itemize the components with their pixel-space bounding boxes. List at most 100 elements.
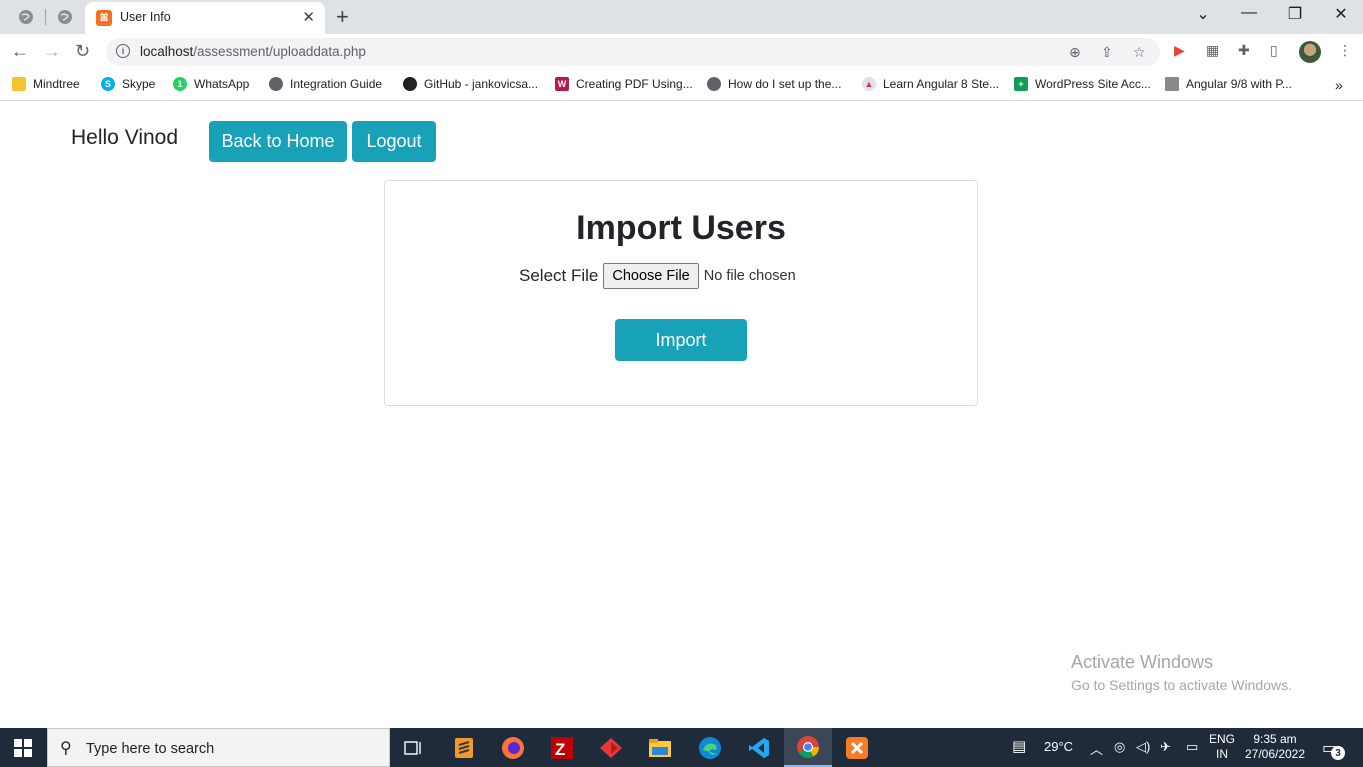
extension-grid-icon[interactable]: ▦ bbox=[1206, 42, 1219, 59]
tab-title: User Info bbox=[120, 10, 171, 24]
pinned-tab-globe-icon[interactable] bbox=[54, 7, 76, 27]
bookmark-label: Skype bbox=[122, 77, 156, 91]
bookmark-item[interactable]: How do I set up the... bbox=[707, 77, 841, 91]
bookmark-item[interactable]: 1 WhatsApp bbox=[173, 77, 249, 91]
chrome-icon[interactable] bbox=[784, 728, 832, 767]
file-input-row: Select File Choose File No file chosen bbox=[519, 263, 796, 289]
site-info-icon[interactable]: i bbox=[116, 44, 130, 58]
file-explorer-icon[interactable] bbox=[636, 728, 684, 767]
bars-icon bbox=[1165, 77, 1179, 91]
volume-icon[interactable]: ◁) bbox=[1136, 739, 1150, 755]
tab-active[interactable]: ꕤ User Info ✕ bbox=[85, 2, 325, 34]
profile-avatar[interactable] bbox=[1299, 41, 1321, 63]
browser-chrome: ꕤ User Info ✕ + ⌄ — ❐ ✕ ← → ↻ i localhos… bbox=[0, 0, 1363, 102]
filezilla-icon[interactable]: Z bbox=[538, 728, 586, 767]
taskbar-search-box[interactable]: ⚲ Type here to search bbox=[47, 728, 390, 767]
tab-separator bbox=[45, 9, 46, 25]
weather-icon[interactable]: ▤ bbox=[1012, 737, 1026, 755]
close-window-icon[interactable]: ✕ bbox=[1318, 4, 1363, 24]
temperature-text[interactable]: 29°C bbox=[1044, 739, 1073, 754]
windows-logo-icon bbox=[14, 738, 32, 757]
whatsapp-icon: 1 bbox=[173, 77, 187, 91]
battery-icon[interactable]: ▭ bbox=[1186, 739, 1198, 755]
bookmark-star-icon[interactable]: ☆ bbox=[1133, 44, 1146, 61]
url-host: localhost bbox=[140, 44, 194, 59]
close-tab-icon[interactable]: ✕ bbox=[302, 8, 315, 26]
airplane-mode-icon[interactable]: ✈ bbox=[1160, 739, 1171, 755]
address-bar[interactable]: i localhost/assessment/uploaddata.php ⊕ … bbox=[106, 38, 1160, 66]
firefox-icon[interactable] bbox=[489, 728, 537, 767]
bookmark-item[interactable]: W Creating PDF Using... bbox=[555, 77, 693, 91]
bookmark-item[interactable]: GitHub - jankovicsa... bbox=[403, 77, 538, 91]
logout-button[interactable]: Logout bbox=[352, 121, 436, 162]
language-region: IN bbox=[1216, 747, 1228, 761]
bookmark-item[interactable]: Integration Guide bbox=[269, 77, 382, 91]
select-file-label: Select File bbox=[519, 266, 599, 285]
globe-icon bbox=[707, 77, 721, 91]
tab-search-chevron-icon[interactable]: ⌄ bbox=[1180, 4, 1226, 24]
bookmark-label: Angular 9/8 with P... bbox=[1186, 77, 1292, 91]
edge-icon[interactable] bbox=[686, 728, 734, 767]
extension-red-icon[interactable]: ▶ bbox=[1174, 42, 1185, 59]
github-icon bbox=[403, 77, 417, 91]
share-icon[interactable]: ⇪ bbox=[1101, 44, 1113, 61]
import-button[interactable]: Import bbox=[615, 319, 747, 361]
back-to-home-button[interactable]: Back to Home bbox=[209, 121, 347, 162]
menu-kebab-icon[interactable]: ⋮ bbox=[1338, 42, 1352, 59]
bookmark-label: Learn Angular 8 Ste... bbox=[883, 77, 1000, 91]
bookmark-label: GitHub - jankovicsa... bbox=[424, 77, 539, 91]
pinned-tab-globe-icon[interactable] bbox=[15, 7, 37, 27]
choose-file-button[interactable]: Choose File bbox=[603, 263, 699, 289]
bookmark-label: Integration Guide bbox=[290, 77, 383, 91]
meet-now-icon[interactable]: ◎ bbox=[1114, 739, 1125, 755]
git-client-icon[interactable] bbox=[587, 728, 635, 767]
language-indicator[interactable]: ENG IN bbox=[1204, 732, 1240, 762]
bookmark-label: Creating PDF Using... bbox=[576, 77, 693, 91]
url-text[interactable]: localhost/assessment/uploaddata.php bbox=[140, 44, 366, 59]
clock-time: 9:35 am bbox=[1253, 732, 1297, 746]
bookmark-label: WhatsApp bbox=[194, 77, 250, 91]
restore-icon[interactable]: ❐ bbox=[1272, 4, 1318, 24]
url-path: /assessment/uploaddata.php bbox=[193, 44, 366, 59]
windows-taskbar: ⚲ Type here to search Z ▤ 29°C ︿ ◎ ◁) ✈ … bbox=[0, 728, 1363, 767]
import-card: Import Users Select File Choose File No … bbox=[384, 180, 978, 406]
forward-icon[interactable]: → bbox=[43, 41, 61, 62]
bookmark-item[interactable]: Angular 9/8 with P... bbox=[1165, 77, 1292, 91]
xampp-icon[interactable] bbox=[833, 728, 881, 767]
side-panel-icon[interactable]: ▯ bbox=[1270, 42, 1278, 59]
more-bookmarks-icon[interactable]: » bbox=[1335, 77, 1343, 93]
tray-chevron-icon[interactable]: ︿ bbox=[1090, 739, 1103, 758]
task-view-icon[interactable] bbox=[390, 728, 438, 767]
start-button[interactable] bbox=[0, 728, 46, 767]
bookmark-item[interactable]: S Skype bbox=[101, 77, 155, 91]
reload-icon[interactable]: ↻ bbox=[75, 41, 90, 62]
svg-text:Z: Z bbox=[555, 740, 565, 759]
notification-center-button[interactable]: ▭ 3 bbox=[1322, 738, 1345, 760]
activate-windows-title: Activate Windows bbox=[1071, 652, 1214, 672]
bookmark-label: WordPress Site Acc... bbox=[1035, 77, 1151, 91]
folder-icon bbox=[12, 77, 26, 91]
bookmark-item[interactable]: Mindtree bbox=[12, 77, 80, 91]
activate-windows-subtitle: Go to Settings to activate Windows. bbox=[1071, 677, 1292, 693]
bookmark-label: How do I set up the... bbox=[728, 77, 842, 91]
browser-toolbar: ← → ↻ i localhost/assessment/uploaddata.… bbox=[0, 34, 1363, 70]
extensions-puzzle-icon[interactable]: ✚ bbox=[1238, 42, 1250, 59]
angular-icon: ▲ bbox=[862, 77, 876, 91]
notification-count-badge: 3 bbox=[1331, 746, 1345, 760]
vscode-icon[interactable] bbox=[735, 728, 783, 767]
minimize-icon[interactable]: — bbox=[1226, 4, 1272, 22]
clock[interactable]: 9:35 am 27/06/2022 bbox=[1244, 732, 1306, 762]
sheets-icon: + bbox=[1014, 77, 1028, 91]
bookmark-item[interactable]: ▲ Learn Angular 8 Ste... bbox=[862, 77, 999, 91]
sublime-text-icon[interactable] bbox=[440, 728, 488, 767]
back-icon[interactable]: ← bbox=[11, 41, 29, 62]
greeting-text: Hello Vinod bbox=[71, 126, 179, 149]
w-icon: W bbox=[555, 77, 569, 91]
new-tab-icon[interactable]: + bbox=[336, 4, 349, 30]
bookmark-item[interactable]: + WordPress Site Acc... bbox=[1014, 77, 1151, 91]
language-code: ENG bbox=[1208, 732, 1235, 746]
zoom-icon[interactable]: ⊕ bbox=[1069, 44, 1081, 61]
bookmarks-bar: Mindtree S Skype 1 WhatsApp Integration … bbox=[0, 70, 1363, 101]
page-content: Hello Vinod Back to Home Logout Import U… bbox=[0, 102, 1363, 728]
search-icon: ⚲ bbox=[60, 740, 72, 757]
